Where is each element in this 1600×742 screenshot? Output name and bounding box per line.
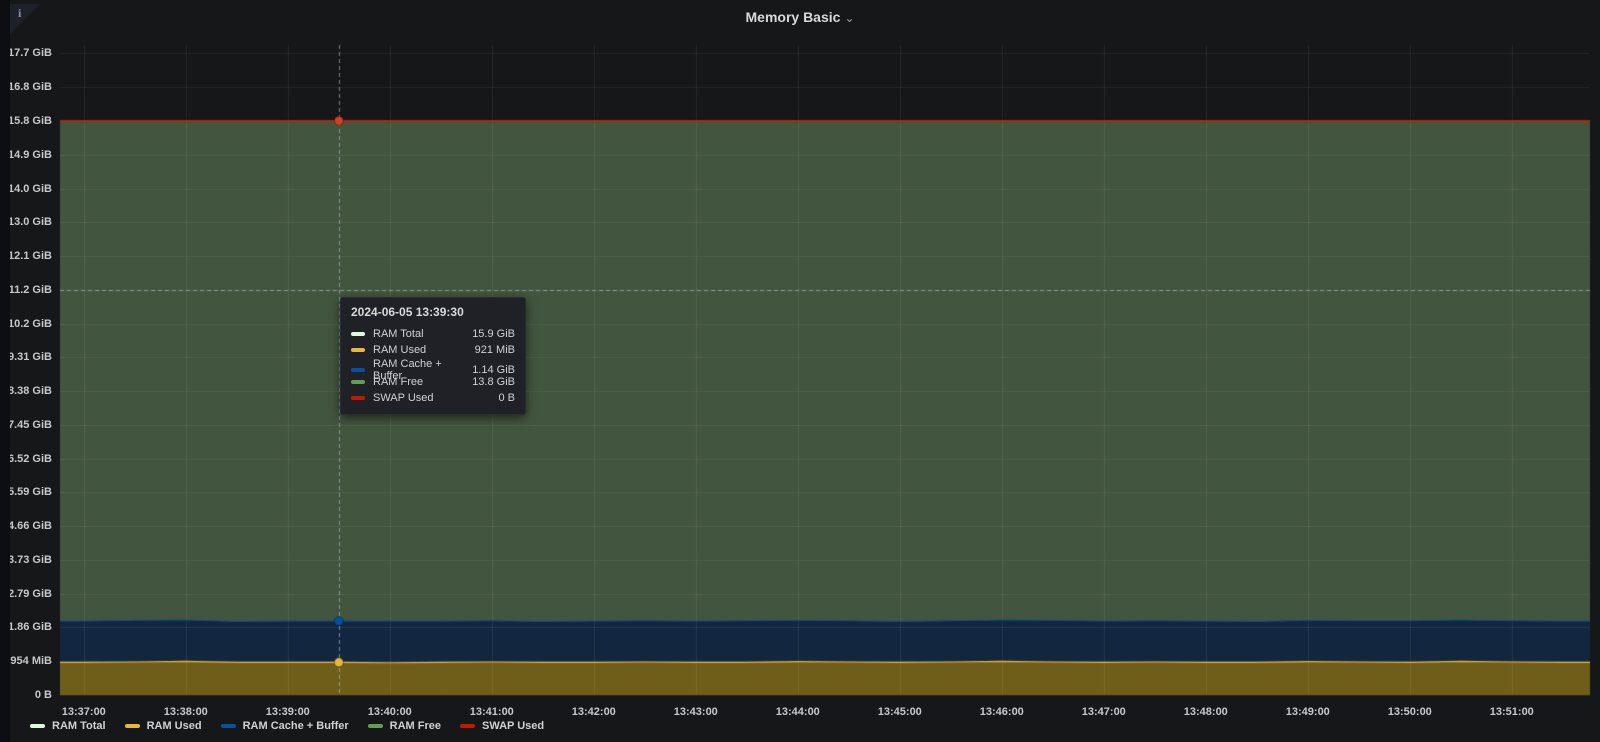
graph-tooltip: 2024-06-05 13:39:30 RAM Total15.9 GiBRAM… — [340, 297, 526, 415]
tooltip-row-ram-used: RAM Used 921 MiB — [351, 342, 515, 358]
tooltip-series-swatch — [351, 332, 365, 336]
x-tick-label: 13:49:00 — [1273, 705, 1343, 719]
x-tick-label: 13:48:00 — [1171, 705, 1241, 719]
x-tick-label: 13:39:00 — [253, 705, 323, 719]
legend-label: RAM Cache + Buffer — [243, 720, 349, 732]
tooltip-series-swatch — [351, 348, 365, 352]
legend: RAM Total RAM Used RAM Cache + Buffer RAM F… — [30, 720, 544, 732]
x-tick-label: 13:43:00 — [661, 705, 731, 719]
tooltip-series-swatch — [351, 368, 365, 372]
legend-item-swap-used[interactable]: SWAP Used — [460, 720, 544, 732]
panel-title-menu[interactable]: Memory Basic⌄ — [0, 9, 1600, 25]
legend-item-ram-total[interactable]: RAM Total — [30, 720, 106, 732]
panel-header: Memory Basic⌄ — [0, 0, 1600, 38]
legend-label: RAM Total — [52, 720, 106, 732]
legend-item-ram-free[interactable]: RAM Free — [368, 720, 441, 732]
x-tick-label: 13:42:00 — [559, 705, 629, 719]
tooltip-row-swap-used: SWAP Used 0 B — [351, 390, 515, 406]
memory-usage-graph[interactable] — [0, 0, 1600, 742]
tooltip-series-swatch — [351, 380, 365, 384]
x-tick-label: 13:47:00 — [1069, 705, 1139, 719]
info-icon: i — [18, 6, 21, 21]
legend-swatch — [125, 724, 140, 728]
tooltip-series-value: 0 B — [498, 392, 515, 404]
tooltip-row-ram-total: RAM Total 15.9 GiB — [351, 326, 515, 342]
tooltip-row-ram-cache-buffer: RAM Cache + Buffer1.14 GiB — [351, 358, 515, 374]
legend-label: RAM Used — [147, 720, 202, 732]
tooltip-series-value: 1.14 GiB — [472, 364, 515, 376]
dashboard-background-strip — [0, 0, 10, 742]
x-tick-label: 13:50:00 — [1375, 705, 1445, 719]
x-tick-label: 13:41:00 — [457, 705, 527, 719]
panel-info-corner[interactable]: i — [10, 4, 40, 34]
x-tick-label: 13:51:00 — [1477, 705, 1547, 719]
x-tick-label: 13:45:00 — [865, 705, 935, 719]
tooltip-series-value: 13.8 GiB — [472, 376, 515, 388]
x-tick-label: 13:37:00 — [49, 705, 119, 719]
tooltip-row-ram-free: RAM Free 13.8 GiB — [351, 374, 515, 390]
tooltip-series-name: RAM Free — [373, 376, 464, 388]
panel-title-text: Memory Basic — [746, 9, 841, 25]
legend-swatch — [460, 724, 475, 728]
x-tick-label: 13:46:00 — [967, 705, 1037, 719]
tooltip-timestamp: 2024-06-05 13:39:30 — [351, 305, 515, 319]
tooltip-series-swatch — [351, 396, 365, 400]
x-tick-label: 13:44:00 — [763, 705, 833, 719]
x-tick-label: 13:38:00 — [151, 705, 221, 719]
x-tick-label: 13:40:00 — [355, 705, 425, 719]
legend-swatch — [368, 724, 383, 728]
tooltip-series-name: RAM Total — [373, 328, 464, 340]
legend-swatch — [30, 724, 45, 728]
tooltip-series-name: SWAP Used — [373, 392, 490, 404]
legend-item-ram-used[interactable]: RAM Used — [125, 720, 202, 732]
chevron-down-icon: ⌄ — [844, 11, 854, 25]
tooltip-series-value: 921 MiB — [475, 344, 515, 356]
tooltip-series-value: 15.9 GiB — [472, 328, 515, 340]
tooltip-series-name: RAM Used — [373, 344, 467, 356]
legend-item-ram-cache-buffer[interactable]: RAM Cache + Buffer — [221, 720, 349, 732]
legend-swatch — [221, 724, 236, 728]
legend-label: SWAP Used — [482, 720, 544, 732]
legend-label: RAM Free — [390, 720, 441, 732]
